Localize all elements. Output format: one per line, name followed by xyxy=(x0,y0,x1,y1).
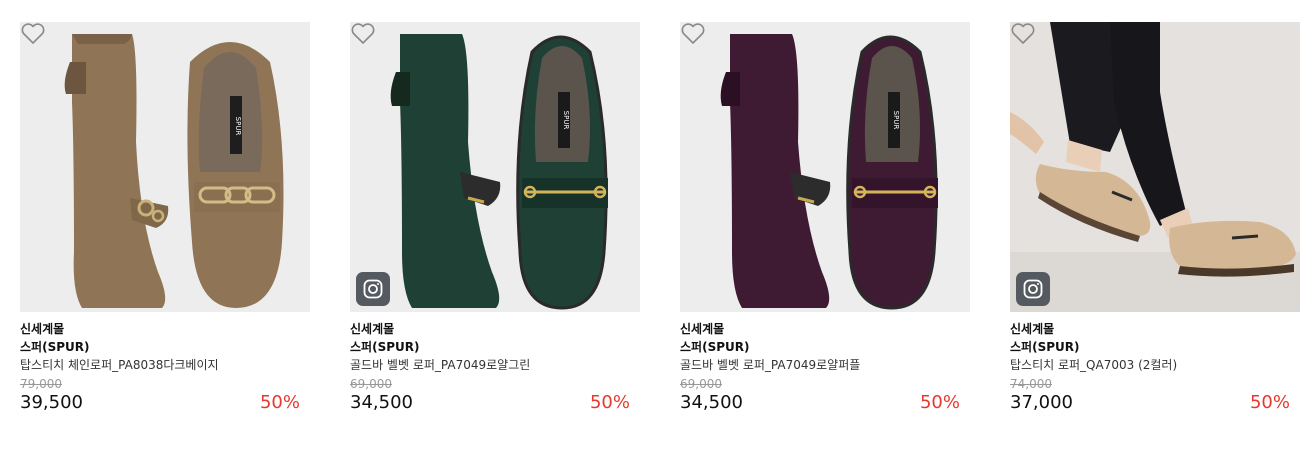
product-image[interactable]: SPUR xyxy=(20,22,310,312)
mall-name: 신세계몰 xyxy=(20,322,65,336)
brand-name[interactable]: 스퍼(SPUR) xyxy=(1010,338,1079,355)
heart-outline-icon[interactable] xyxy=(20,22,46,46)
instagram-button[interactable] xyxy=(1016,272,1050,306)
instagram-button[interactable] xyxy=(356,272,390,306)
product-name[interactable]: 탑스티치 체인로퍼_PA8038다크베이지 xyxy=(20,356,219,373)
product-name[interactable]: 골드바 벨벳 로퍼_PA7049로얄퍼플 xyxy=(680,356,860,373)
model-wearing-loafers-photo xyxy=(1010,22,1300,312)
sale-price: 39,500 xyxy=(20,392,83,413)
insole-logo: SPUR xyxy=(892,111,900,130)
brand-name[interactable]: 스퍼(SPUR) xyxy=(20,338,89,355)
insole-logo: SPUR xyxy=(234,117,242,136)
loafer-pair-illustration: SPUR xyxy=(390,34,608,310)
discount-rate: 50% xyxy=(259,392,300,413)
sale-price: 34,500 xyxy=(680,392,743,413)
heart-outline-icon[interactable] xyxy=(350,22,376,46)
original-price: 79,000 xyxy=(20,377,62,391)
product-image[interactable]: SPUR xyxy=(350,22,640,312)
heart-outline-icon[interactable] xyxy=(680,22,706,46)
discount-rate: 50% xyxy=(589,392,630,413)
discount-rate: 50% xyxy=(1249,392,1290,413)
mall-name: 신세계몰 xyxy=(350,322,395,336)
product-image[interactable]: SPUR xyxy=(680,22,970,312)
original-price: 74,000 xyxy=(1010,377,1052,391)
product-name[interactable]: 탑스티치 로퍼_QA7003 (2컬러) xyxy=(1010,356,1177,373)
instagram-icon xyxy=(363,279,383,299)
original-price: 69,000 xyxy=(350,377,392,391)
sale-price: 37,000 xyxy=(1010,392,1073,413)
discount-rate: 50% xyxy=(919,392,960,413)
loafer-pair-illustration: SPUR xyxy=(64,34,284,308)
brand-name[interactable]: 스퍼(SPUR) xyxy=(680,338,749,355)
sale-price: 34,500 xyxy=(350,392,413,413)
mall-name: 신세계몰 xyxy=(680,322,725,336)
instagram-icon xyxy=(1023,279,1043,299)
brand-name[interactable]: 스퍼(SPUR) xyxy=(350,338,419,355)
mall-name: 신세계몰 xyxy=(1010,322,1055,336)
heart-outline-icon[interactable] xyxy=(1010,22,1036,46)
insole-logo: SPUR xyxy=(562,111,570,130)
product-name[interactable]: 골드바 벨벳 로퍼_PA7049로얄그린 xyxy=(350,356,530,373)
product-image[interactable] xyxy=(1010,22,1300,312)
loafer-pair-illustration: SPUR xyxy=(720,34,938,310)
original-price: 69,000 xyxy=(680,377,722,391)
